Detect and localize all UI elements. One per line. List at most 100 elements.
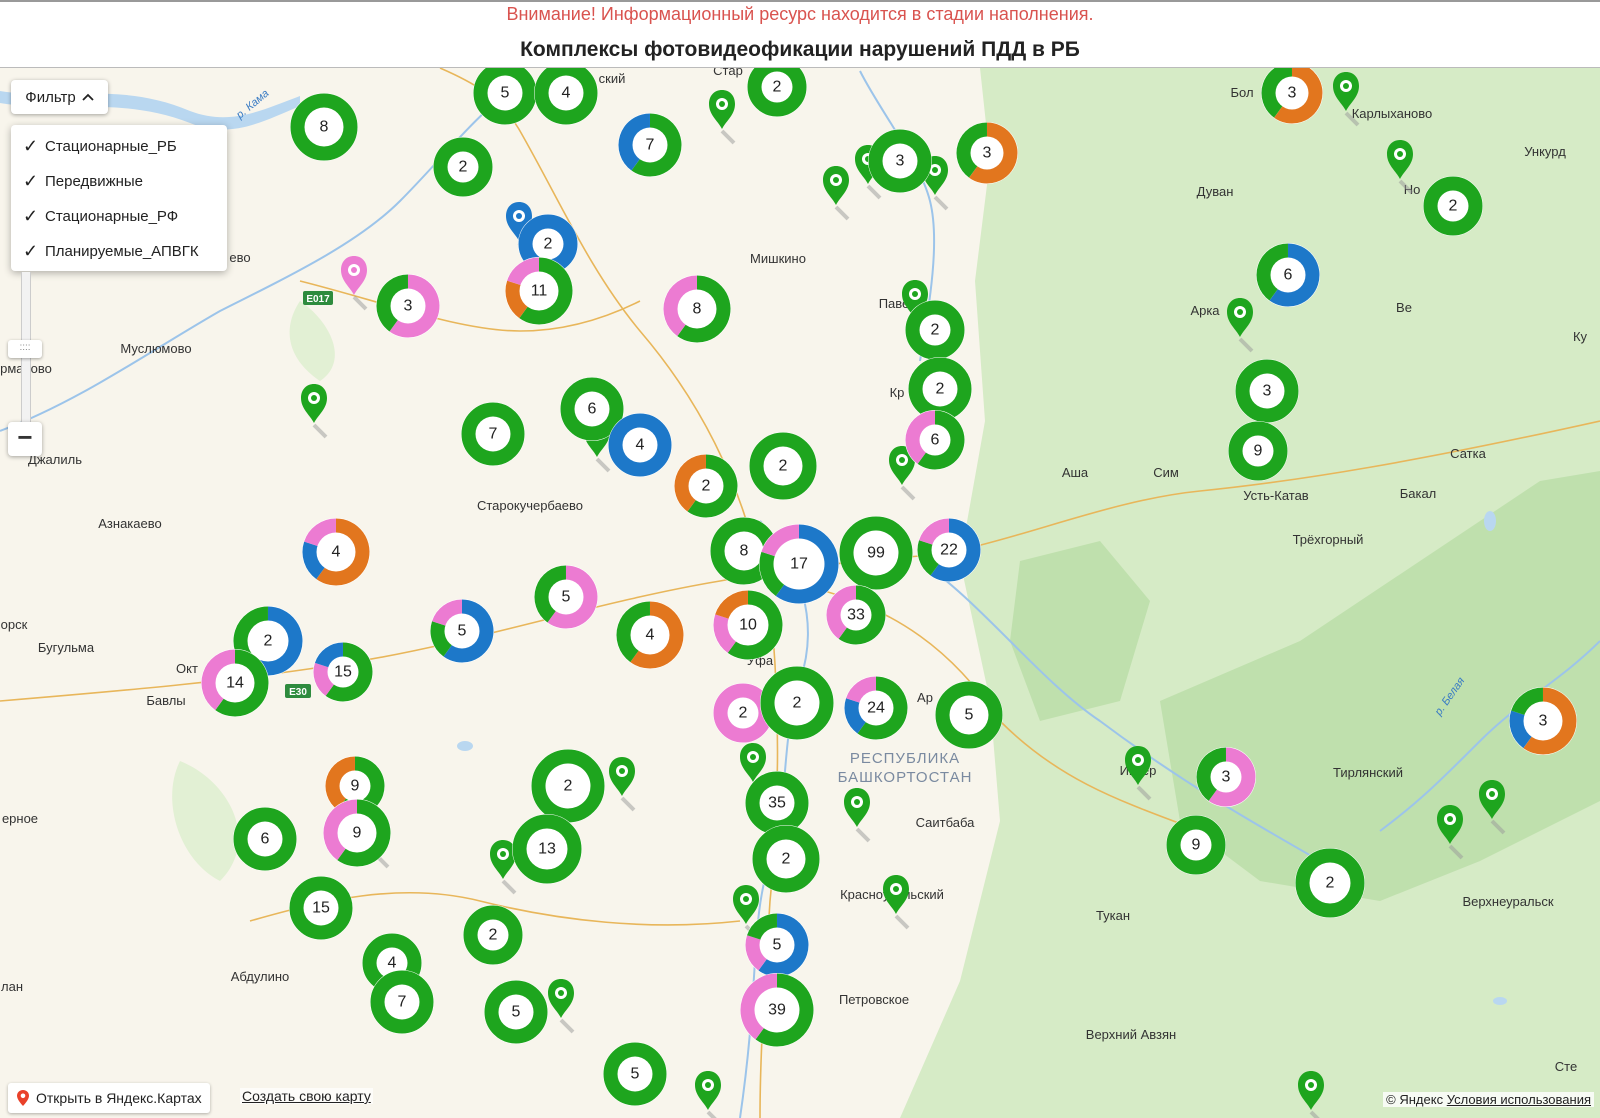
cluster-marker[interactable]: 3 [1196,747,1256,807]
place-label: Тукан [1096,908,1130,923]
cluster-marker[interactable]: 15 [289,876,353,940]
cluster-count: 17 [790,556,808,573]
cluster-count: 11 [531,283,548,300]
open-in-yandex-maps-link[interactable]: Открыть в Яндекс.Картах [8,1083,210,1113]
cluster-marker[interactable]: 11 [505,257,573,325]
cluster-count: 99 [867,545,885,562]
cluster-marker[interactable]: 5 [745,913,809,977]
cluster-count: 2 [1449,198,1458,215]
cluster-marker[interactable]: 2 [752,825,820,893]
cluster-marker[interactable]: 35 [745,771,809,835]
cluster-marker[interactable]: 15 [313,642,373,702]
cluster-count: 8 [740,543,749,560]
place-label: Бугульма [38,640,95,655]
place-label: Азнакаево [98,516,161,531]
cluster-count: 35 [768,795,786,812]
cluster-marker[interactable]: 17 [759,524,839,604]
cluster-marker[interactable]: 14 [201,649,269,717]
cluster-marker[interactable]: 2 [760,666,834,740]
cluster-marker[interactable]: 9 [323,799,391,867]
filter-item-planned-apvgk[interactable]: ✓ Планируемые_АПВГК [11,234,227,269]
place-label: Саитбаба [916,815,976,830]
chevron-up-icon [82,93,94,101]
place-label: Мишкино [750,251,806,266]
cluster-marker[interactable]: 5 [484,980,548,1044]
place-label: ево [229,250,250,265]
cluster-marker[interactable]: 4 [302,518,370,586]
zoom-slider-handle[interactable]: :::: [8,340,42,358]
cluster-marker[interactable]: 7 [618,113,682,177]
cluster-count: 9 [1254,443,1263,460]
cluster-marker[interactable]: 6 [233,807,297,871]
cluster-marker[interactable]: 4 [616,601,684,669]
cluster-marker[interactable]: 6 [1256,243,1320,307]
place-label: Сатка [1450,446,1486,461]
cluster-marker[interactable]: 7 [461,402,525,466]
cluster-marker[interactable]: 7 [370,970,434,1034]
cluster-count: 2 [459,159,468,176]
cluster-marker[interactable]: 9 [1166,815,1226,875]
terms-of-use-link[interactable]: Условия использования [1447,1092,1591,1107]
place-label: лан [1,979,23,994]
cluster-count: 2 [1326,875,1335,892]
cluster-marker[interactable]: 5 [430,599,494,663]
map-view[interactable]: E017 E30 р. Кама р. Белая Мишкино Муслюмо… [0,67,1600,1118]
cluster-count: 8 [320,119,329,136]
place-label: Абдулино [231,969,290,984]
place-label: Дуван [1197,184,1234,199]
place-label: Усть-Катав [1243,488,1309,503]
filter-button[interactable]: Фильтр [11,80,108,114]
cluster-marker[interactable]: 2 [749,432,817,500]
place-label: Окт [176,661,198,676]
region-label-line1: РЕСПУБЛИКА [850,750,960,767]
cluster-count: 3 [1222,769,1231,786]
cluster-marker[interactable]: 4 [608,413,672,477]
cluster-marker[interactable]: 2 [463,905,523,965]
cluster-marker[interactable]: 99 [839,516,913,590]
place-label: Бакал [1400,486,1437,501]
cluster-count: 2 [782,851,791,868]
place-label: ерное [2,811,38,826]
cluster-marker[interactable]: 2 [1295,848,1365,918]
cluster-marker[interactable]: 5 [534,565,598,629]
cluster-marker[interactable]: 3 [376,274,440,338]
filter-panel: ✓ Стационарные_РБ ✓ Передвижные ✓ Стационар… [11,125,227,271]
place-label: Бол [1230,85,1253,100]
cluster-marker[interactable]: 2 [433,137,493,197]
filter-item-mobile[interactable]: ✓ Передвижные [11,164,227,199]
cluster-marker[interactable]: 3 [1509,687,1577,755]
cluster-marker[interactable]: 9 [1228,421,1288,481]
cluster-marker[interactable]: 33 [826,585,886,645]
cluster-marker[interactable]: 39 [740,973,814,1047]
filter-item-label: Планируемые_АПВГК [45,243,199,260]
cluster-marker[interactable]: 22 [917,518,981,582]
cluster-count: 13 [538,841,556,858]
cluster-marker[interactable]: 2 [674,454,738,518]
place-label: Арка [1190,303,1220,318]
cluster-marker[interactable]: 2 [531,749,605,823]
cluster-count: 14 [226,675,244,692]
cluster-count: 4 [636,437,645,454]
cluster-marker[interactable]: 24 [844,676,908,740]
cluster-marker[interactable]: 3 [1235,359,1299,423]
cluster-count: 2 [264,633,273,650]
filter-item-stationary-rb[interactable]: ✓ Стационарные_РБ [11,129,227,164]
create-map-link[interactable]: Создать свою карту [240,1088,373,1104]
cluster-marker[interactable]: 6 [905,410,965,470]
cluster-marker[interactable]: 3 [868,129,932,193]
cluster-marker[interactable]: 2 [1423,176,1483,236]
cluster-marker[interactable]: 5 [603,1042,667,1106]
cluster-marker[interactable]: 10 [713,590,783,660]
filter-item-label: Передвижные [45,173,144,190]
cluster-count: 3 [983,145,992,162]
cluster-marker[interactable]: 8 [663,275,731,343]
cluster-marker[interactable]: 2 [905,300,965,360]
cluster-marker[interactable]: 3 [956,122,1018,184]
zoom-out-button[interactable]: − [8,422,42,456]
cluster-marker[interactable]: 5 [935,681,1003,749]
road-label-e017: E017 [306,294,330,305]
cluster-marker[interactable]: 8 [290,93,358,161]
filter-item-stationary-rf[interactable]: ✓ Стационарные_РФ [11,199,227,234]
cluster-marker[interactable]: 13 [512,814,582,884]
map-canvas[interactable]: E017 E30 р. Кама р. Белая МишкиноМуслюмо… [0,68,1600,1118]
